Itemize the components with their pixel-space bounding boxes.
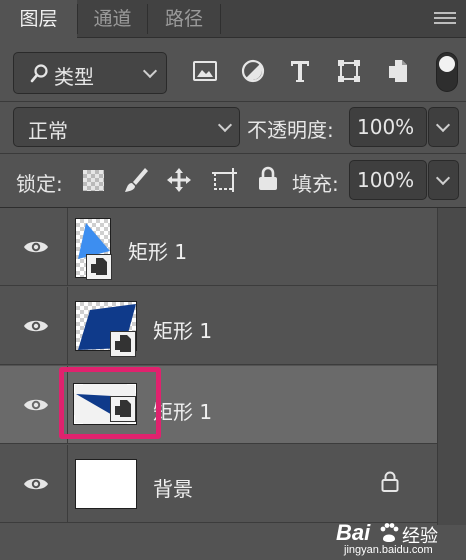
fill-value: 100% [357, 168, 415, 192]
smart-object-icon [86, 254, 112, 280]
panel-tab-bar: 图层 通道 路径 [0, 0, 466, 39]
blend-mode-value: 正常 [28, 119, 68, 143]
watermark-url: jingyan.baidu.com [344, 544, 433, 556]
chevron-down-icon [142, 63, 158, 79]
search-icon [30, 64, 48, 83]
layers-panel: 图层 通道 路径 类型 正常 不透明度: 100% 锁定: 填充: 100% 矩… [0, 0, 466, 560]
visibility-toggle[interactable] [0, 287, 68, 365]
lock-artboard-icon[interactable] [210, 166, 240, 194]
paw-icon [380, 523, 399, 542]
fill-input[interactable]: 100% [349, 160, 427, 200]
lock-position-icon[interactable] [166, 167, 192, 193]
layers-scrollbar[interactable] [437, 208, 466, 525]
lock-icon[interactable] [381, 471, 399, 493]
opacity-input[interactable]: 100% [349, 107, 427, 147]
layer-row[interactable]: 背景 [0, 445, 437, 523]
filter-toggle-switch[interactable] [436, 52, 458, 92]
annotation-highlight-box [59, 367, 161, 439]
chevron-down-icon [435, 117, 451, 133]
panel-menu-icon[interactable] [434, 12, 456, 26]
tab-channels[interactable]: 通道 [78, 0, 147, 38]
opacity-slider-button[interactable] [428, 107, 459, 147]
filter-kind-dropdown[interactable]: 类型 [13, 52, 167, 94]
layer-name[interactable]: 矩形 1 [128, 236, 187, 265]
eye-icon [24, 320, 48, 332]
fill-label: 填充: [292, 172, 339, 196]
lock-transparent-pixels-icon[interactable] [83, 170, 104, 191]
type-filter-icon[interactable] [289, 59, 311, 83]
eye-icon [24, 241, 48, 253]
layer-name[interactable]: 矩形 1 [153, 315, 212, 344]
image-filter-icon[interactable] [193, 60, 217, 82]
lock-all-icon[interactable] [258, 166, 278, 192]
eye-icon [24, 399, 48, 411]
watermark-brand: Bai [336, 520, 371, 545]
lock-image-pixels-icon[interactable] [123, 166, 149, 194]
opacity-label: 不透明度: [247, 118, 334, 142]
visibility-toggle[interactable] [0, 208, 68, 286]
visibility-toggle[interactable] [0, 366, 68, 444]
layer-name[interactable]: 背景 [153, 473, 193, 502]
shape-filter-icon[interactable] [337, 59, 361, 83]
adjustment-filter-icon[interactable] [241, 59, 265, 83]
tab-layers[interactable]: 图层 [0, 0, 77, 39]
layer-thumbnail [75, 459, 137, 509]
lock-label: 锁定: [16, 172, 63, 196]
visibility-toggle[interactable] [0, 445, 68, 523]
fill-slider-button[interactable] [428, 160, 459, 200]
chevron-down-icon [217, 117, 233, 133]
layer-row[interactable]: 矩形 1 [0, 287, 437, 365]
eye-icon [24, 478, 48, 490]
smart-object-icon [110, 331, 136, 357]
filter-kind-label: 类型 [54, 65, 94, 89]
blend-mode-dropdown[interactable]: 正常 [13, 107, 240, 147]
layer-row[interactable]: 矩形 1 [0, 208, 437, 286]
layer-name[interactable]: 矩形 1 [153, 396, 212, 425]
opacity-value: 100% [357, 115, 415, 139]
baidu-jingyan-watermark: Bai 经验 jingyan.baidu.com [330, 518, 460, 558]
smart-object-filter-icon[interactable] [387, 58, 409, 84]
chevron-down-icon [435, 170, 451, 186]
tab-paths[interactable]: 路径 [148, 0, 220, 38]
